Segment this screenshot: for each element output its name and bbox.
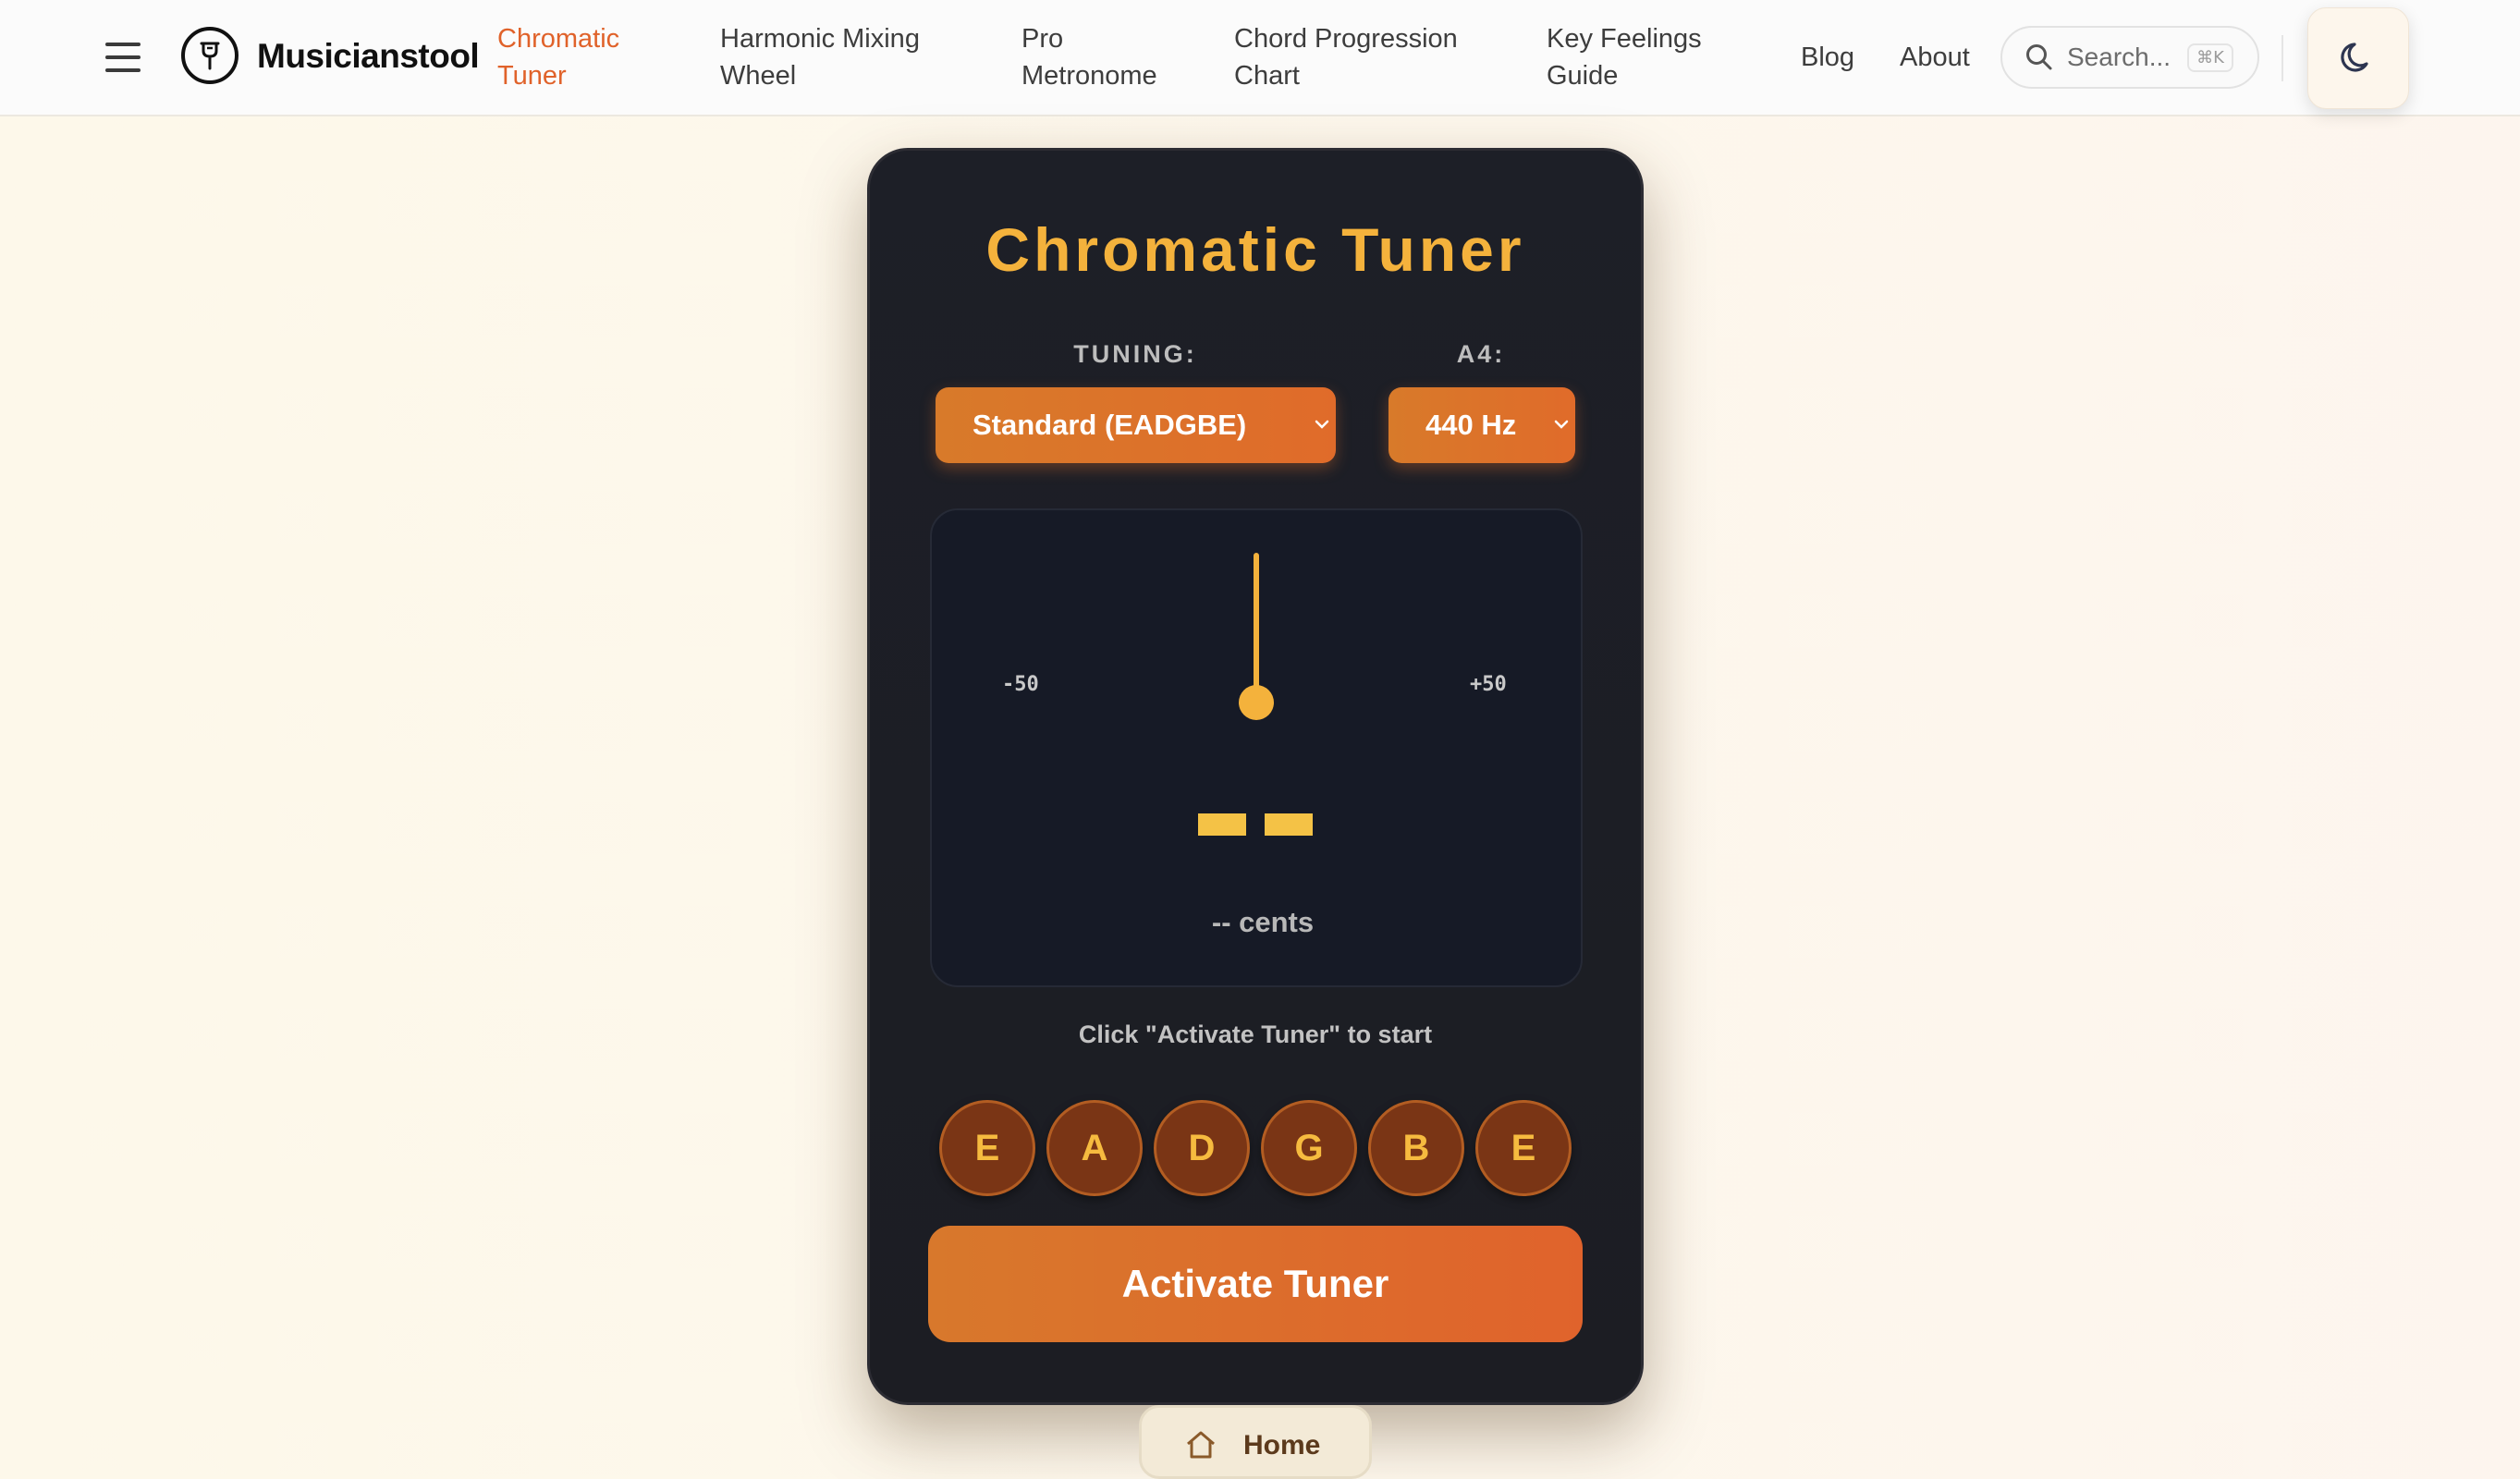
home-icon: [1187, 1431, 1215, 1459]
tuning-select-value: Standard (EADGBE): [973, 409, 1247, 441]
tuner-needle: [1254, 553, 1259, 701]
nav-link-line2: Tuner: [497, 61, 567, 91]
nav-link-line2: Metronome: [1021, 61, 1157, 91]
brand-name[interactable]: Musicianstool: [257, 37, 480, 76]
scale-max-label: +50: [1470, 673, 1507, 696]
theme-toggle-button[interactable]: [2307, 7, 2409, 109]
nav-link-line1: Key Feelings: [1547, 24, 1702, 54]
nav-link-chromatic-tuner[interactable]: Chromatic Tuner: [497, 20, 619, 94]
note-dash: [1265, 813, 1313, 836]
nav-link-about[interactable]: About: [1900, 39, 1970, 76]
nav-link-key-feelings-guide[interactable]: Key Feelings Guide: [1547, 20, 1702, 94]
string-button-e-high[interactable]: E: [1475, 1100, 1572, 1196]
hamburger-icon[interactable]: [105, 43, 141, 72]
scale-min-label: -50: [1002, 673, 1039, 696]
search-placeholder: Search...: [2067, 43, 2171, 71]
chevron-down-icon: [1554, 420, 1569, 429]
home-button[interactable]: Home: [1139, 1405, 1372, 1479]
nav-link-line1: Chord Progression: [1234, 24, 1458, 54]
nav-link-blog[interactable]: Blog: [1801, 39, 1854, 76]
string-button-g[interactable]: G: [1261, 1100, 1357, 1196]
search-icon: [2026, 44, 2052, 70]
chevron-down-icon: [1315, 420, 1329, 429]
nav-link-harmonic-mixing-wheel[interactable]: Harmonic Mixing Wheel: [720, 20, 920, 94]
nav-link-line2: Guide: [1547, 61, 1619, 91]
nav-link-chord-progression-chart[interactable]: Chord Progression Chart: [1234, 20, 1458, 94]
search-shortcut-badge: ⌘K: [2187, 43, 2233, 72]
nav-link-pro-metronome[interactable]: Pro Metronome: [1021, 20, 1157, 94]
tuning-select[interactable]: Standard (EADGBE): [936, 387, 1336, 463]
tuning-label: TUNING:: [1073, 340, 1197, 368]
string-button-a[interactable]: A: [1046, 1100, 1143, 1196]
note-dash: [1198, 813, 1246, 836]
tuner-status-text: Click "Activate Tuner" to start: [1078, 1021, 1433, 1048]
activate-tuner-button[interactable]: Activate Tuner: [928, 1226, 1583, 1342]
cents-readout: -- cents: [1211, 906, 1315, 938]
nav-divider: [2281, 35, 2283, 81]
search-input[interactable]: Search... ⌘K: [2000, 26, 2259, 89]
home-label: Home: [1243, 1430, 1321, 1461]
string-button-b[interactable]: B: [1368, 1100, 1464, 1196]
nav-link-line2: Wheel: [720, 61, 797, 91]
nav-link-line2: Chart: [1234, 61, 1300, 91]
a4-select[interactable]: 440 Hz: [1388, 387, 1575, 463]
a4-label: A4:: [1456, 340, 1506, 368]
needle-pivot: [1239, 685, 1274, 720]
moon-icon: [2341, 43, 2368, 72]
string-button-e-low[interactable]: E: [939, 1100, 1035, 1196]
string-button-d[interactable]: D: [1154, 1100, 1250, 1196]
nav-link-line1: Chromatic: [497, 24, 620, 54]
tuner-title: Chromatic Tuner: [985, 215, 1525, 284]
nav-link-line1: Harmonic Mixing: [720, 24, 920, 54]
tuning-fork-icon[interactable]: [181, 27, 239, 84]
nav-link-line1: Pro: [1021, 24, 1064, 54]
top-nav: Musicianstool Chromatic Tuner Harmonic M…: [0, 0, 2520, 116]
a4-select-value: 440 Hz: [1425, 409, 1517, 441]
